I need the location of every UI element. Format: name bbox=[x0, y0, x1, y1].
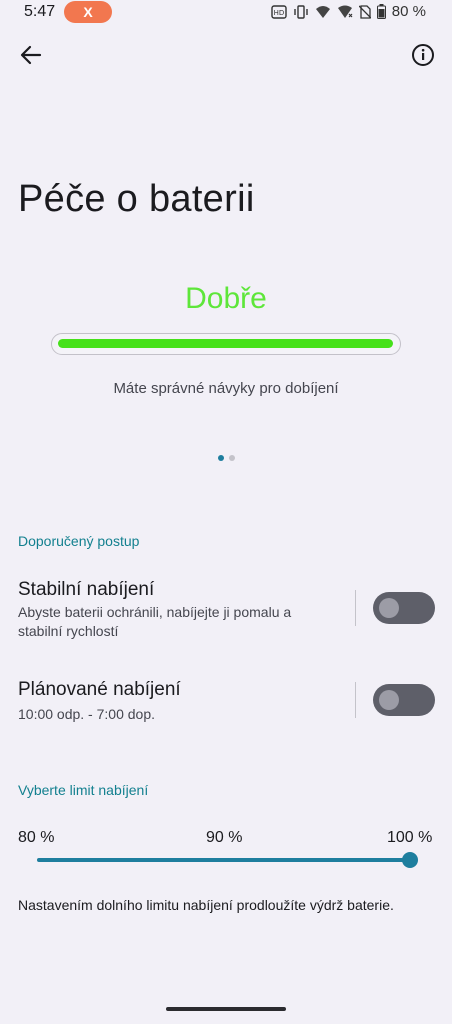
app-notification-badge: X bbox=[64, 1, 112, 23]
toggle-knob bbox=[379, 598, 399, 618]
page-dot-active bbox=[218, 455, 224, 461]
wifi-icon bbox=[315, 5, 331, 19]
battery-health-status: Dobře bbox=[185, 282, 267, 315]
row-divider bbox=[355, 682, 356, 718]
scheduled-charging-subtitle: 10:00 odp. - 7:00 dop. bbox=[18, 706, 155, 722]
stable-charging-toggle[interactable] bbox=[373, 592, 435, 624]
info-button[interactable] bbox=[408, 42, 438, 72]
no-sim-icon bbox=[358, 4, 371, 19]
page-title: Péče o baterii bbox=[18, 178, 255, 220]
scheduled-charging-row[interactable]: Plánované nabíjení 10:00 odp. - 7:00 dop… bbox=[0, 670, 452, 740]
hd-call-icon: HD bbox=[271, 4, 287, 19]
stable-charging-title: Stabilní nabíjení bbox=[18, 579, 155, 600]
battery-percent: 80 % bbox=[391, 3, 426, 20]
limit-option-80[interactable]: 80 % bbox=[18, 829, 54, 847]
section-label-recommended: Doporučený postup bbox=[18, 533, 140, 549]
charge-limit-slider-thumb[interactable] bbox=[402, 852, 418, 868]
svg-text:HD: HD bbox=[273, 9, 284, 17]
page-dot-inactive bbox=[229, 455, 235, 461]
battery-health-bar bbox=[51, 333, 401, 355]
signal-icon bbox=[337, 5, 353, 19]
limit-option-100[interactable]: 100 % bbox=[387, 829, 432, 847]
battery-icon bbox=[376, 4, 386, 19]
charge-limit-footer: Nastavením dolního limitu nabíjení prodl… bbox=[18, 897, 394, 913]
page-indicator bbox=[218, 455, 235, 461]
status-time: 5:47 bbox=[24, 3, 56, 20]
vibrate-icon bbox=[293, 4, 309, 19]
back-button[interactable] bbox=[16, 42, 46, 72]
battery-health-fill bbox=[58, 339, 393, 348]
stable-charging-subtitle: Abyste baterii ochránili, nabíjejte ji p… bbox=[18, 604, 292, 639]
gesture-nav-handle[interactable] bbox=[166, 1007, 286, 1011]
stable-charging-row[interactable]: Stabilní nabíjení Abyste baterii ochráni… bbox=[0, 570, 452, 650]
battery-health-caption: Máte správné návyky pro dobíjení bbox=[113, 380, 339, 397]
section-label-limit: Vyberte limit nabíjení bbox=[18, 782, 149, 798]
x-badge-label: X bbox=[83, 4, 93, 20]
status-icons: HD 80 % bbox=[271, 3, 426, 20]
toggle-knob bbox=[379, 690, 399, 710]
scheduled-charging-title: Plánované nabíjení bbox=[18, 679, 181, 700]
info-icon bbox=[411, 43, 435, 72]
scheduled-charging-toggle[interactable] bbox=[373, 684, 435, 716]
row-divider bbox=[355, 590, 356, 626]
arrow-back-icon bbox=[20, 44, 42, 71]
charge-limit-slider-track[interactable] bbox=[37, 858, 410, 862]
limit-option-90[interactable]: 90 % bbox=[206, 829, 242, 847]
